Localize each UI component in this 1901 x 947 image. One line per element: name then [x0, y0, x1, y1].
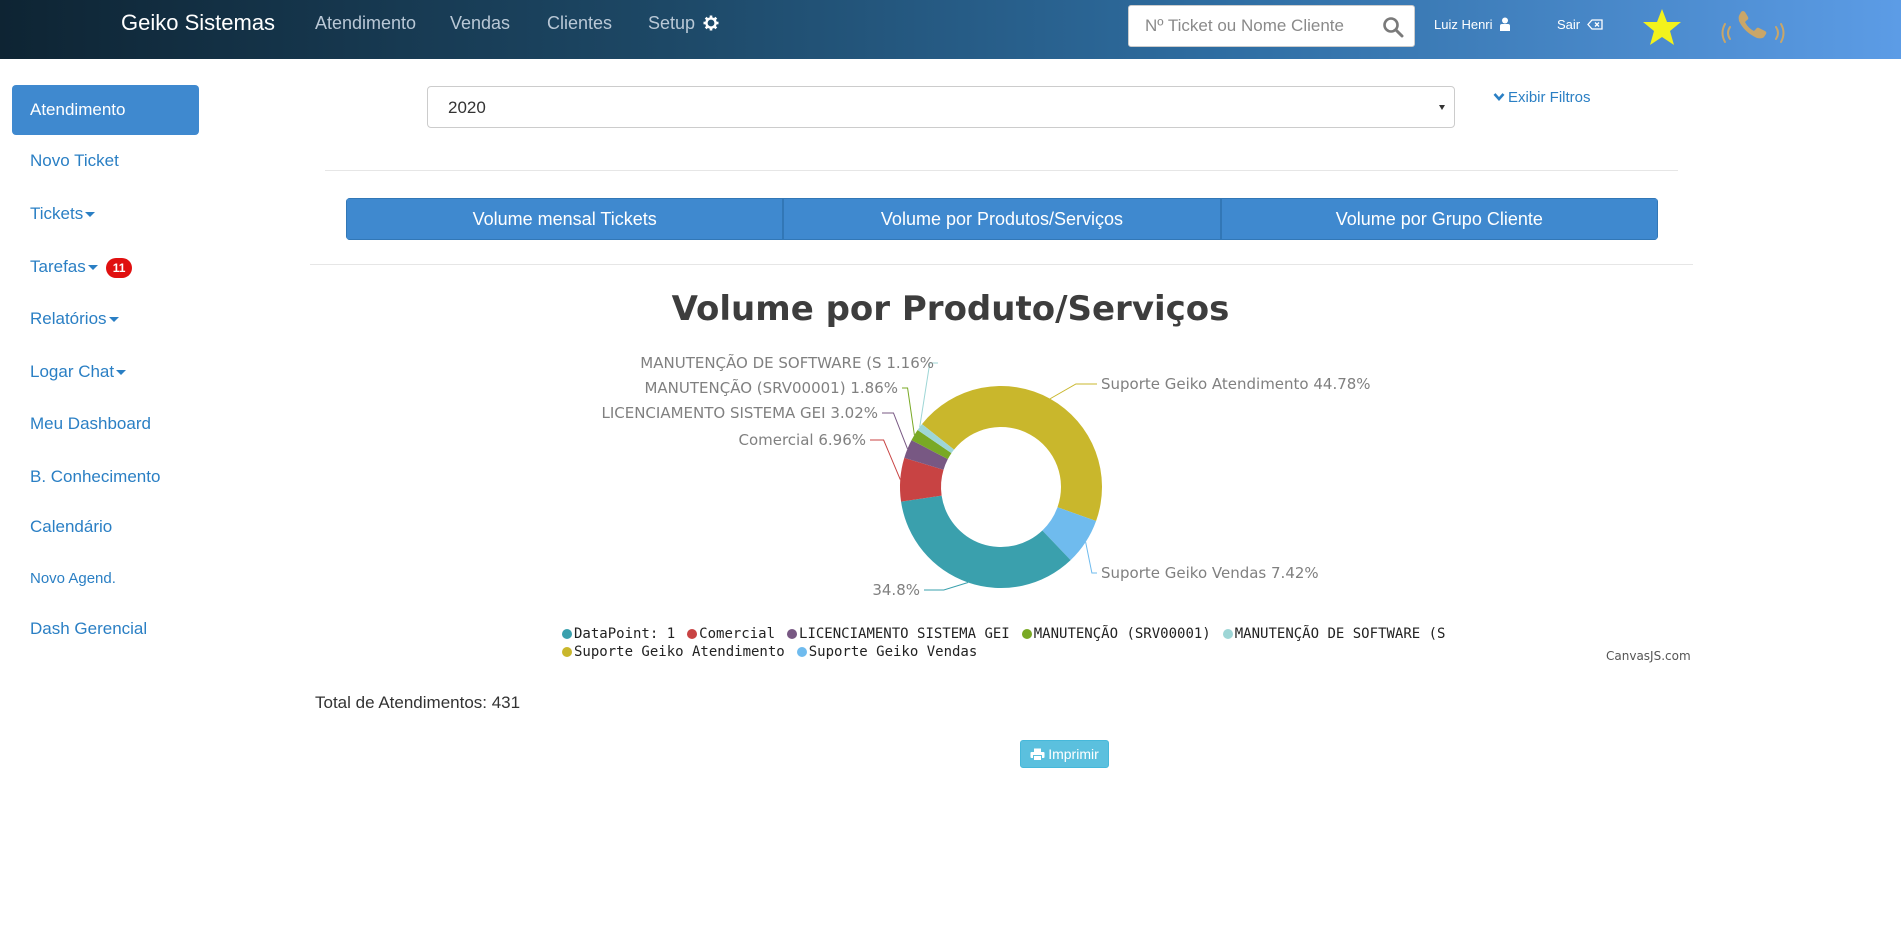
nav-setup-label: Setup	[648, 13, 696, 33]
pie-data-label: Suporte Geiko Vendas 7.42%	[1101, 564, 1319, 582]
pie-label-connector	[924, 581, 969, 591]
legend-label: MANUTENÇÃO (SRV00001)	[1033, 626, 1211, 642]
pie-label-connector	[1085, 542, 1097, 574]
user-icon	[1500, 17, 1511, 31]
sidebar-item-calendario[interactable]: Calendário	[12, 502, 199, 552]
legend-label: Comercial	[699, 626, 776, 642]
legend-item[interactable]: DataPoint: 1	[562, 625, 675, 643]
caret-down-icon	[116, 370, 127, 376]
pie-label-connector	[902, 387, 915, 436]
pie-slice[interactable]	[900, 457, 944, 502]
logout-label: Sair	[1557, 17, 1581, 32]
pie-slice[interactable]	[1042, 507, 1097, 561]
legend-marker	[787, 629, 798, 639]
pie-label-connector	[882, 412, 908, 450]
sidebar-item-label: Tarefas	[30, 257, 86, 276]
total-atendimentos: Total de Atendimentos: 431	[315, 693, 521, 712]
search-icon[interactable]	[1382, 16, 1404, 38]
legend-marker	[562, 647, 572, 657]
pie-slice[interactable]	[901, 495, 1071, 588]
divider	[325, 170, 1678, 171]
legend-label: Suporte Geiko Vendas	[808, 644, 978, 660]
legend-item[interactable]: MANUTENÇÃO DE SOFTWARE (S	[1222, 625, 1446, 643]
show-filters-label: Exibir Filtros	[1508, 89, 1591, 106]
pie-label-connector	[870, 439, 901, 480]
pie-label-connector	[919, 362, 938, 428]
legend-marker	[562, 629, 572, 639]
sidebar-item-label: Tickets	[30, 204, 84, 223]
sidebar-item-tickets[interactable]: Tickets	[12, 189, 199, 239]
sidebar-item-b-conhecimento[interactable]: B. Conhecimento	[12, 452, 199, 502]
divider	[310, 264, 1693, 265]
sidebar-item-label: Logar Chat	[30, 362, 115, 381]
legend-item[interactable]: MANUTENÇÃO (SRV00001)	[1021, 625, 1211, 643]
tab-volume-produtos[interactable]: Volume por Produtos/Serviços	[783, 198, 1221, 240]
pie-slice[interactable]	[917, 424, 955, 454]
legend-item[interactable]: Suporte Geiko Vendas	[796, 643, 978, 661]
sidebar-item-meu-dashboard[interactable]: Meu Dashboard	[12, 399, 199, 449]
sidebar-item-tarefas[interactable]: Tarefas 11	[12, 242, 199, 292]
top-navbar: Geiko Sistemas Atendimento Vendas Client…	[0, 0, 1901, 59]
tab-volume-grupo[interactable]: Volume por Grupo Cliente	[1220, 198, 1658, 240]
tarefas-badge: 11	[105, 257, 133, 278]
legend-item[interactable]: Suporte Geiko Atendimento	[562, 643, 785, 661]
year-select-value: 2020	[448, 98, 486, 117]
tab-volume-mensal[interactable]: Volume mensal Tickets	[346, 198, 784, 240]
phone-ringing-icon[interactable]	[1716, 8, 1790, 50]
legend-marker	[687, 629, 698, 639]
nav-clientes[interactable]: Clientes	[547, 13, 612, 34]
chevron-down-icon	[1493, 93, 1505, 101]
report-tabs: Volume mensal Tickets Volume por Produto…	[346, 198, 1658, 240]
legend-item[interactable]: Comercial	[687, 625, 775, 643]
sidebar-item-novo-ticket[interactable]: Novo Ticket	[12, 136, 199, 186]
brand-logo[interactable]: Geiko Sistemas	[121, 10, 275, 36]
pie-slice[interactable]	[911, 430, 952, 460]
legend-marker	[1222, 629, 1233, 639]
pie-data-label: MANUTENÇÃO (SRV00001) 1.86%	[644, 378, 898, 397]
sidebar-item-novo-agend[interactable]: Novo Agend.	[12, 554, 199, 604]
chart-legend: DataPoint: 1 Comercial LICENCIAMENTO SISTE…	[562, 625, 1462, 661]
legend-marker	[796, 647, 807, 657]
search-box	[1128, 5, 1415, 47]
legend-label: LICENCIAMENTO SISTEMA GEI	[799, 626, 1010, 642]
legend-label: DataPoint: 1	[574, 626, 676, 642]
pie-data-label: 34.8%	[872, 581, 920, 599]
legend-marker	[1021, 629, 1032, 639]
nav-setup[interactable]: Setup	[648, 13, 719, 34]
nav-vendas[interactable]: Vendas	[450, 13, 510, 34]
user-menu[interactable]: Luiz Henri	[1434, 17, 1511, 32]
print-label: Imprimir	[1048, 746, 1099, 762]
user-name: Luiz Henri	[1434, 17, 1493, 32]
caret-down-icon	[87, 265, 98, 271]
search-input[interactable]	[1129, 6, 1374, 46]
chevron-down-icon	[1439, 105, 1445, 110]
pie-data-label: LICENCIAMENTO SISTEMA GEI 3.02%	[601, 404, 878, 422]
gear-icon	[703, 15, 719, 31]
legend-item[interactable]: LICENCIAMENTO SISTEMA GEI	[787, 625, 1010, 643]
pie-label-connector	[1049, 383, 1097, 400]
year-select[interactable]: 2020	[427, 86, 1455, 128]
legend-label: MANUTENÇÃO DE SOFTWARE (S	[1234, 626, 1446, 642]
star-icon[interactable]	[1641, 7, 1683, 47]
nav-atendimento[interactable]: Atendimento	[315, 13, 416, 34]
pie-slice[interactable]	[921, 386, 1102, 522]
show-filters-link[interactable]: Exibir Filtros	[1493, 89, 1591, 106]
print-button[interactable]: Imprimir	[1020, 740, 1109, 768]
sidebar-item-dash-gerencial[interactable]: Dash Gerencial	[12, 604, 199, 654]
pie-data-label: Comercial 6.96%	[738, 431, 866, 449]
logout-icon	[1586, 19, 1603, 30]
pie-slice[interactable]	[904, 440, 948, 470]
sidebar-item-logar-chat[interactable]: Logar Chat	[12, 347, 199, 397]
logout-button[interactable]: Sair	[1557, 17, 1603, 32]
caret-down-icon	[85, 212, 96, 218]
chart-credit: CanvasJS.com	[1606, 649, 1691, 663]
sidebar-item-atendimento[interactable]: Atendimento	[12, 85, 199, 135]
printer-icon	[1030, 748, 1045, 761]
legend-label: Suporte Geiko Atendimento	[574, 644, 785, 660]
pie-data-label: Suporte Geiko Atendimento 44.78%	[1101, 375, 1371, 393]
chart-title: Volume por Produto/Serviços	[671, 289, 1230, 329]
pie-data-label: MANUTENÇÃO DE SOFTWARE (S 1.16%	[640, 353, 934, 372]
